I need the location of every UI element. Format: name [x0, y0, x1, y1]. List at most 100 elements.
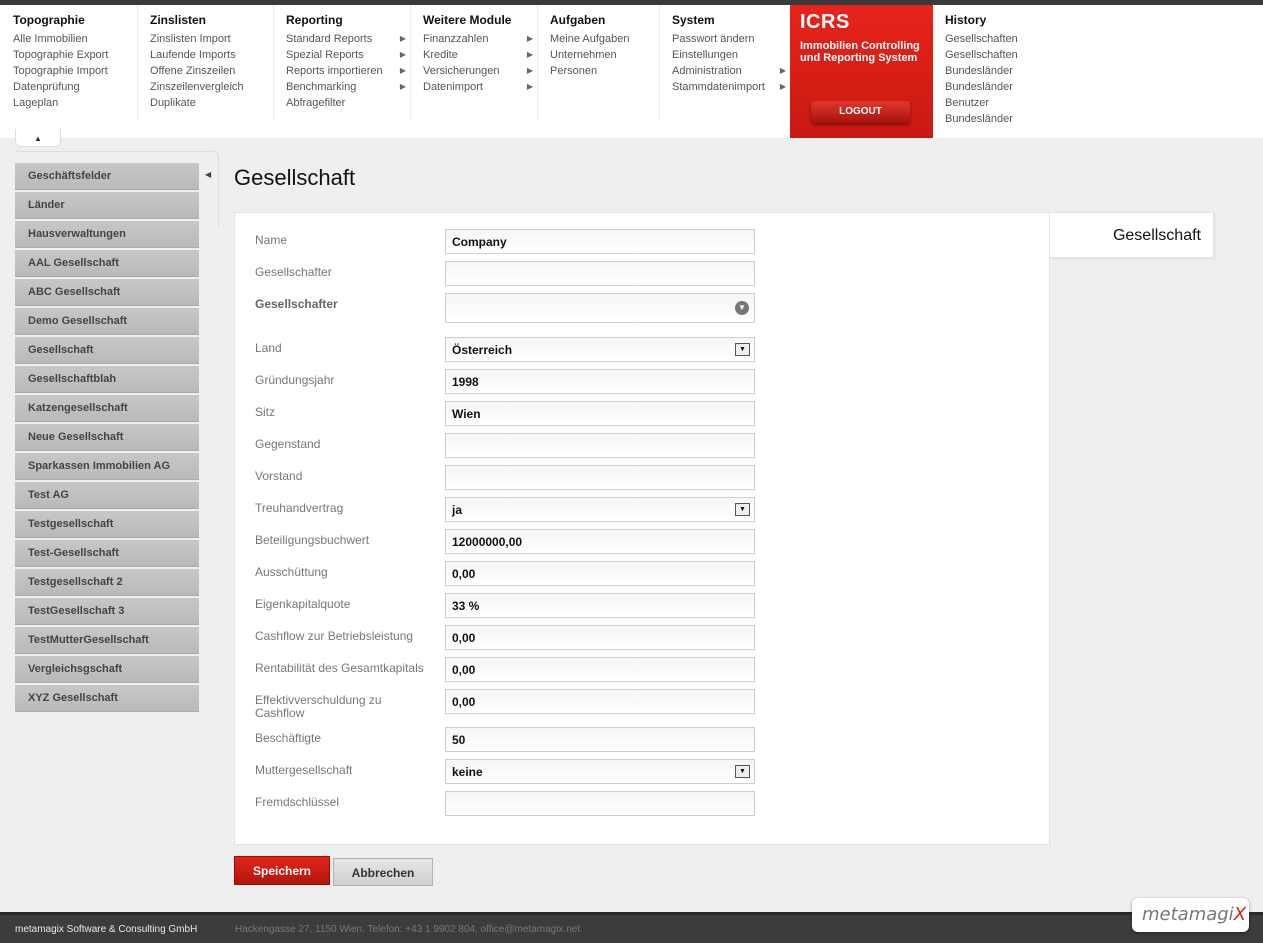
sidebar-item[interactable]: Sparkassen Immobilien AG [15, 453, 199, 480]
sidebar-item[interactable]: Vergleichsgschaft [15, 656, 199, 683]
menu-title[interactable]: Reporting [286, 13, 410, 27]
beteiligungsbuchwert-field[interactable]: 12000000,00 [445, 529, 755, 554]
menu-item[interactable]: Topographie Export [13, 47, 137, 63]
menu-item[interactable]: Gesellschaften [945, 47, 1063, 63]
menu-item[interactable]: Meine Aufgaben [550, 31, 659, 47]
field-value: Österreich [452, 343, 513, 357]
sidebar-item[interactable]: Katzengesellschaft [15, 395, 199, 422]
menu-item[interactable]: Bundesländer [945, 111, 1063, 127]
menu-weitere-module: Weitere Module Finanzzahlen ▶ Kredite ▶ Ve… [410, 5, 538, 120]
sidebar-item[interactable]: Demo Gesellschaft [15, 308, 199, 335]
menu-item[interactable]: Einstellungen [672, 47, 790, 63]
field-label: Gründungsjahr [255, 373, 335, 387]
chevron-down-icon[interactable]: ▼ [735, 301, 749, 315]
sidebar-item[interactable]: Geschäftsfelder [15, 163, 199, 190]
ausschuettung-field[interactable]: 0,00 [445, 561, 755, 586]
save-button[interactable]: Speichern [234, 856, 330, 885]
menu-item[interactable]: Standard Reports ▶ [286, 31, 410, 47]
menu-item[interactable]: Benchmarking ▶ [286, 79, 410, 95]
sidebar-item[interactable]: TestGesellschaft 3 [15, 598, 199, 625]
field-label: Ausschüttung [255, 565, 328, 579]
fremdschluessel-field[interactable] [445, 791, 755, 816]
cancel-button[interactable]: Abbrechen [333, 858, 433, 886]
menu-item[interactable]: Bundesländer [945, 63, 1063, 79]
panel-tab[interactable]: Gesellschaft [1050, 212, 1214, 258]
dropdown-arrow-icon[interactable]: ▼ [735, 765, 750, 778]
sidebar-item[interactable]: XYZ Gesellschaft [15, 685, 199, 712]
sidebar-item[interactable]: ABC Gesellschaft [15, 279, 199, 306]
field-label: Land [255, 341, 282, 355]
menu-title[interactable]: Zinslisten [150, 13, 273, 27]
menu-item[interactable]: Reports importieren ▶ [286, 63, 410, 79]
collapse-sidebar-icon[interactable]: ◀ [205, 170, 211, 179]
menu-title[interactable]: System [672, 13, 790, 27]
dropdown-arrow-icon[interactable]: ▼ [735, 343, 750, 356]
menu-item[interactable]: Finanzzahlen ▶ [423, 31, 537, 47]
gruendungsjahr-field[interactable]: 1998 [445, 369, 755, 394]
menu-item[interactable]: Datenimport ▶ [423, 79, 537, 95]
sidebar-item[interactable]: Hausverwaltungen [15, 221, 199, 248]
field-label: Cashflow zur Betriebsleistung [255, 629, 414, 643]
collapse-menu-icon[interactable]: ▲ [15, 129, 61, 147]
menu-item[interactable]: Bundesländer [945, 79, 1063, 95]
sidebar-item[interactable]: TestMutterGesellschaft [15, 627, 199, 654]
menu-item[interactable]: Lageplan [13, 95, 137, 111]
menu-item[interactable]: Passwort ändern [672, 31, 790, 47]
menu-title[interactable]: History [945, 13, 1063, 27]
treuhandvertrag-select[interactable]: ja ▼ [445, 497, 755, 522]
sidebar: Geschäftsfelder Länder Hausverwaltungen … [15, 163, 199, 714]
beschaeftigte-field[interactable]: 50 [445, 727, 755, 752]
name-field[interactable]: Company [445, 229, 755, 254]
menu-item[interactable]: Zinszeilenvergleich [150, 79, 273, 95]
sidebar-item[interactable]: Gesellschaft [15, 337, 199, 364]
field-label: Beteiligungsbuchwert [255, 533, 370, 547]
muttergesellschaft-select[interactable]: keine ▼ [445, 759, 755, 784]
menu-item[interactable]: Laufende Imports [150, 47, 273, 63]
dropdown-arrow-icon[interactable]: ▼ [735, 503, 750, 516]
sidebar-item[interactable]: AAL Gesellschaft [15, 250, 199, 277]
menu-item[interactable]: Benutzer [945, 95, 1063, 111]
menu-item[interactable]: Stammdatenimport ▶ [672, 79, 790, 95]
menu-title[interactable]: Aufgaben [550, 13, 659, 27]
sidebar-item[interactable]: Länder [15, 192, 199, 219]
sidebar-item[interactable]: Test AG [15, 482, 199, 509]
menu-title[interactable]: Weitere Module [423, 13, 537, 27]
menu-item[interactable]: Unternehmen [550, 47, 659, 63]
land-select[interactable]: Österreich ▼ [445, 337, 755, 362]
sidebar-item[interactable]: Neue Gesellschaft [15, 424, 199, 451]
menu-item[interactable]: Datenprüfung [13, 79, 137, 95]
eigenkapitalquote-field[interactable]: 33 % [445, 593, 755, 618]
field-label: Vorstand [255, 469, 303, 483]
menu-item[interactable]: Alle Immobilien [13, 31, 137, 47]
effektivverschuldung-field[interactable]: 0,00 [445, 689, 755, 714]
field-value: ja [452, 503, 463, 517]
rentabilitaet-field[interactable]: 0,00 [445, 657, 755, 682]
menu-title[interactable]: Topographie [13, 13, 137, 27]
sidebar-item[interactable]: Test-Gesellschaft [15, 540, 199, 567]
menu-item[interactable]: Duplikate [150, 95, 273, 111]
menu-item[interactable]: Topographie Import [13, 63, 137, 79]
cashflow-field[interactable]: 0,00 [445, 625, 755, 650]
menu-item[interactable]: Zinslisten Import [150, 31, 273, 47]
menu-item-label: Kredite [423, 49, 458, 61]
logout-button[interactable]: LOGOUT [811, 101, 910, 123]
menu-item[interactable]: Offene Zinszeilen [150, 63, 273, 79]
menu-item[interactable]: Gesellschaften [945, 31, 1063, 47]
gegenstand-field[interactable] [445, 433, 755, 458]
menu-item[interactable]: Abfragefilter [286, 95, 410, 111]
gesellschafter-field[interactable] [445, 261, 755, 286]
menu-item[interactable]: Administration ▶ [672, 63, 790, 79]
sidebar-item[interactable]: Testgesellschaft [15, 511, 199, 538]
gesellschafter-select[interactable]: ▼ [445, 293, 755, 323]
menu-item[interactable]: Kredite ▶ [423, 47, 537, 63]
menu-item[interactable]: Versicherungen ▶ [423, 63, 537, 79]
menu-item[interactable]: Spezial Reports ▶ [286, 47, 410, 63]
menu-item-label: Reports importieren [286, 65, 383, 77]
sitz-field[interactable]: Wien [445, 401, 755, 426]
field-label: Gesellschafter [255, 265, 332, 279]
sidebar-item[interactable]: Testgesellschaft 2 [15, 569, 199, 596]
menu-zinslisten: Zinslisten Zinslisten Import Laufende Im… [137, 5, 274, 120]
sidebar-item[interactable]: Gesellschaftblah [15, 366, 199, 393]
menu-item[interactable]: Personen [550, 63, 659, 79]
vorstand-field[interactable] [445, 465, 755, 490]
